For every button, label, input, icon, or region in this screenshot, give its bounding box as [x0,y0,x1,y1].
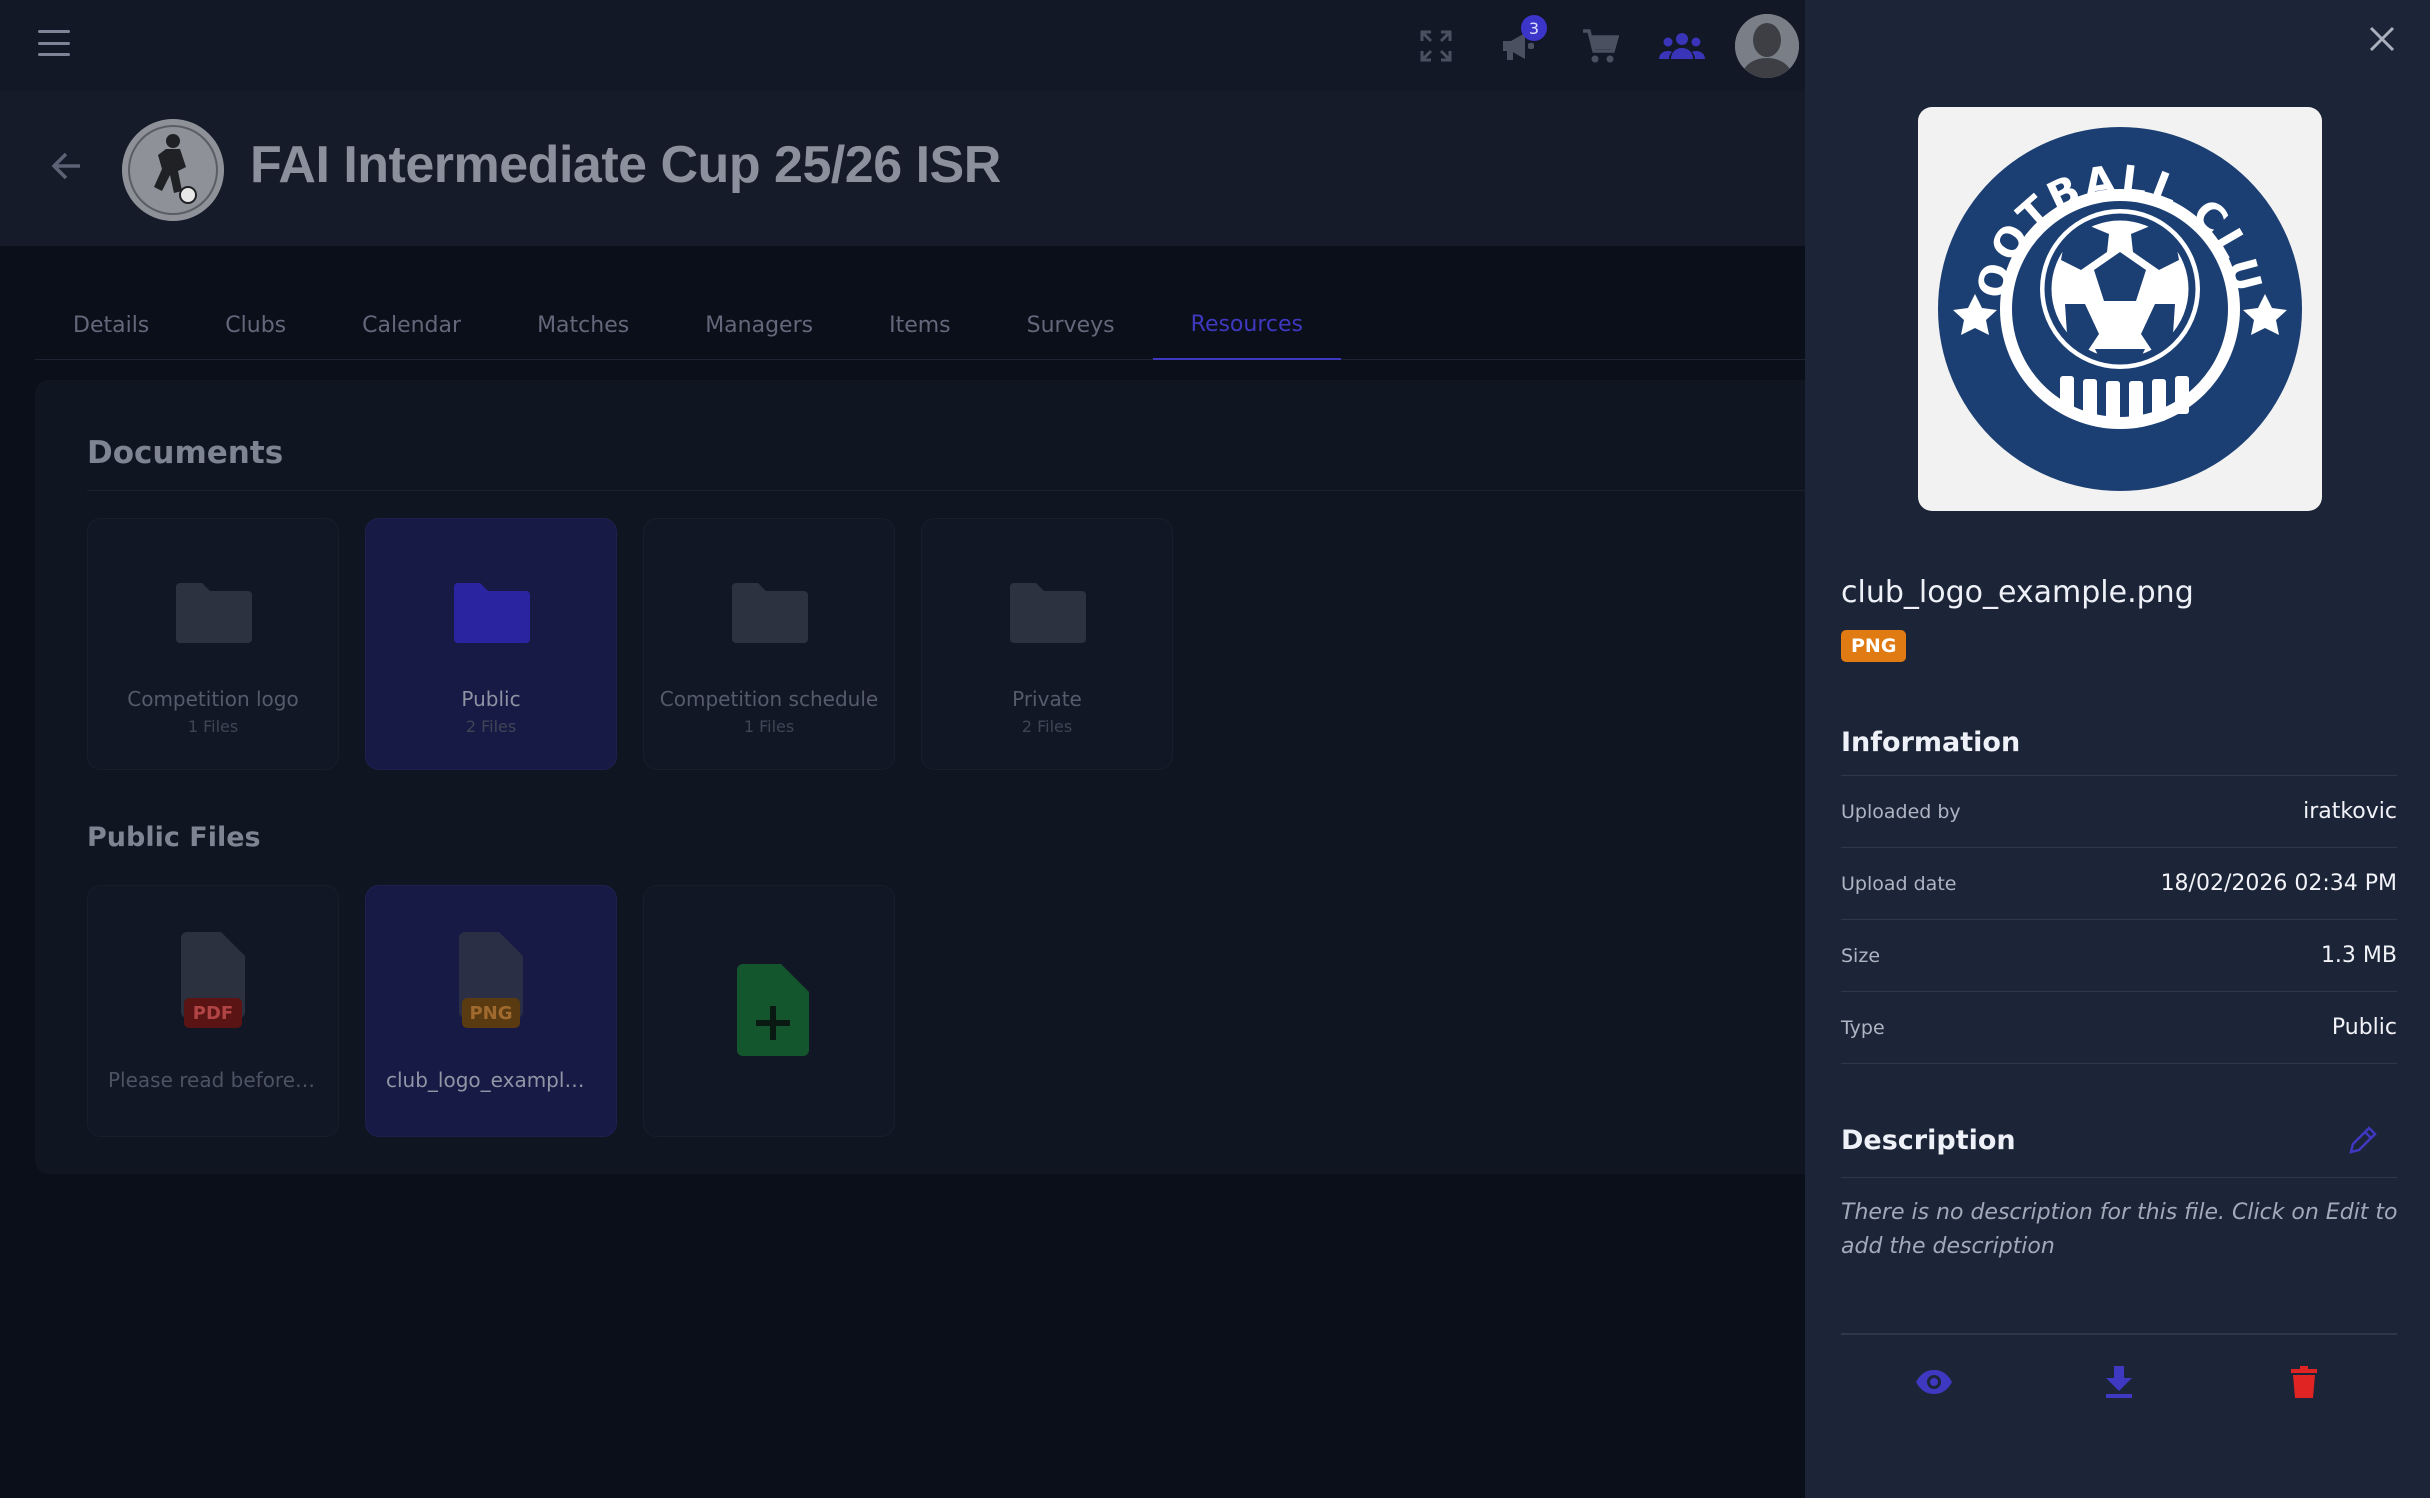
delete-trash-icon[interactable] [2274,1352,2334,1412]
folder-icon [732,581,808,649]
back-arrow-icon[interactable] [50,149,84,187]
competition-tabs: Details Clubs Calendar Matches Managers … [35,292,1805,360]
info-label: Uploaded by [1841,800,1961,823]
tab-items[interactable]: Items [851,292,989,360]
megaphone-icon[interactable]: 3 [1477,0,1559,91]
tab-clubs[interactable]: Clubs [187,292,324,360]
info-row-type: Type Public [1841,992,2397,1064]
folder-tile[interactable]: Private 2 Files [921,518,1173,770]
folder-name: Public [461,687,521,711]
png-tag: PNG [462,998,520,1028]
info-value: 18/02/2026 02:34 PM [2160,871,2397,896]
competition-header: FAI Intermediate Cup 25/26 ISR [0,91,1805,246]
menu-icon[interactable] [38,30,70,56]
folder-name: Private [1012,687,1082,711]
avatar[interactable] [1735,13,1799,78]
top-app-bar: 3 [0,0,1805,91]
file-details-drawer: FOOTBALL CLUB club_logo_example.png PNG [1805,0,2430,1498]
resources-card: Documents Competition logo 1 Files Publi… [35,380,1827,1174]
edit-pencil-icon[interactable] [2345,1124,2379,1162]
folder-icon [1010,581,1086,649]
documents-title: Documents [87,435,284,471]
description-heading: Description [1841,1125,2016,1156]
notification-badge: 3 [1521,15,1547,41]
top-icons: 3 [1395,0,1805,91]
tab-matches[interactable]: Matches [499,292,667,360]
file-tile[interactable]: PNG club_logo_example.... [365,885,617,1137]
file-type-chip: PNG [1841,630,1907,662]
folder-count: 2 Files [465,717,517,736]
file-actions [1841,1333,2397,1428]
folder-name: Competition logo [127,687,299,711]
football-club-logo: FOOTBALL CLUB [1935,124,2302,491]
pdf-tag: PDF [184,998,242,1028]
folder-tile[interactable]: Competition schedule 1 Files [643,518,895,770]
info-value: iratkovic [2303,799,2397,824]
folder-count: 2 Files [1021,717,1073,736]
info-label: Type [1841,1016,1885,1039]
folder-count: 1 Files [187,717,239,736]
folder-icon [176,581,252,649]
tab-surveys[interactable]: Surveys [989,292,1153,360]
tab-calendar[interactable]: Calendar [324,292,499,360]
folder-icon [454,581,530,649]
info-value: 1.3 MB [2320,943,2397,968]
drawer-file-name: club_logo_example.png [1841,575,2194,610]
info-label: Upload date [1841,872,1957,895]
folder-tile[interactable]: Public 2 Files [365,518,617,770]
info-row-upload-date: Upload date 18/02/2026 02:34 PM [1841,848,2397,920]
file-preview: FOOTBALL CLUB [1918,107,2322,511]
add-file-tile[interactable] [643,885,895,1137]
info-row-size: Size 1.3 MB [1841,920,2397,992]
page-title: FAI Intermediate Cup 25/26 ISR [250,136,1001,194]
folder-count: 1 Files [743,717,795,736]
fullscreen-icon[interactable] [1395,0,1477,91]
view-eye-icon[interactable] [1904,1352,1964,1412]
groups-icon[interactable] [1641,0,1723,91]
file-name: club_logo_example.... [386,1068,603,1092]
information-heading: Information [1841,727,2021,758]
divider [1841,1177,2397,1178]
description-text: There is no description for this file. C… [1841,1200,2398,1259]
public-files-title: Public Files [87,822,261,853]
file-tile[interactable]: PDF Please read before ... [87,885,339,1137]
file-name: Please read before ... [108,1068,321,1092]
competition-logo [122,119,224,221]
folder-name: Competition schedule [659,687,879,711]
cart-icon[interactable] [1559,0,1641,91]
tab-resources[interactable]: Resources [1152,292,1341,360]
info-label: Size [1841,944,1881,967]
close-icon[interactable] [2365,22,2399,60]
add-file-icon [737,964,809,1060]
tab-details[interactable]: Details [35,292,187,360]
folder-tile[interactable]: Competition logo 1 Files [87,518,339,770]
download-icon[interactable] [2089,1352,2149,1412]
info-row-uploaded-by: Uploaded by iratkovic [1841,776,2397,848]
info-value: Public [2331,1015,2397,1040]
divider [87,490,1827,491]
tab-managers[interactable]: Managers [667,292,851,360]
